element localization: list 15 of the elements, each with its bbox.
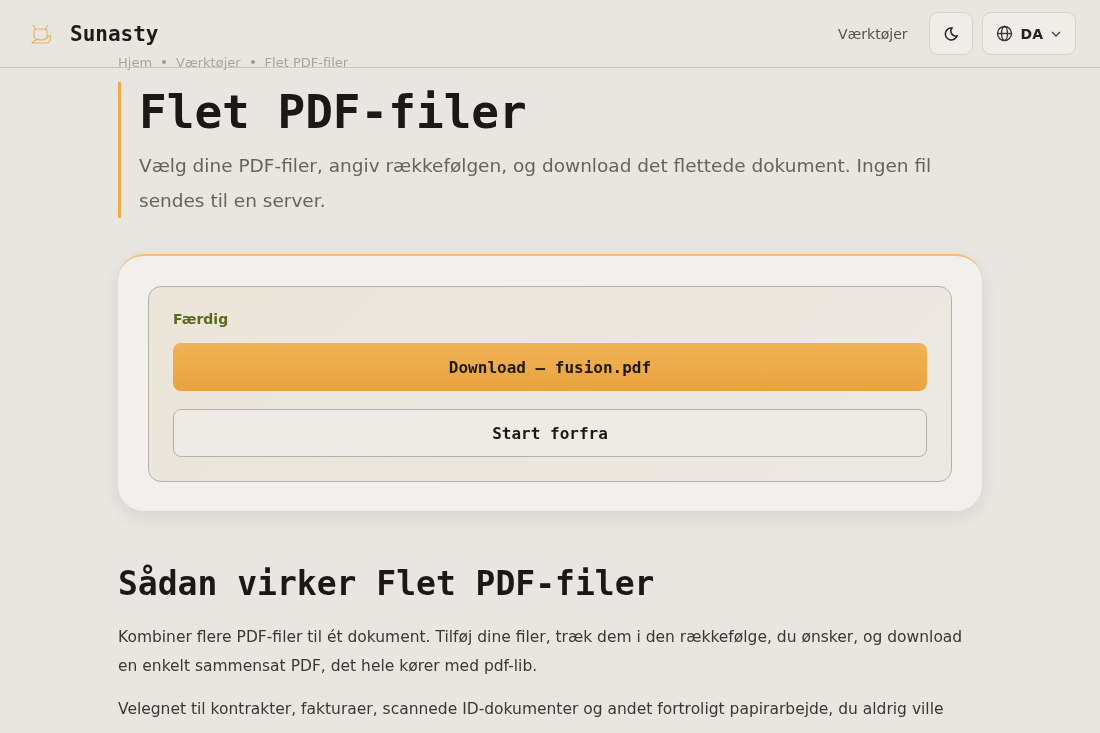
section-heading: Sådan virker Flet PDF-filer [118,563,656,605]
brand-name[interactable]: Sunasty [70,21,159,46]
tools-link[interactable]: Værktøjer [838,25,908,42]
paragraph: Kombiner flere PDF-filer til ét dokument. Tilføj dine filer, træk dem i den rækkefølge, du ønsker, og download en enkelt sammensat PDF, det hele kører med pdf-lib. [118,627,964,677]
restart-button[interactable]: Start forfra [173,409,927,457]
chevron-down-icon [1051,30,1061,37]
language-button[interactable]: DA [981,12,1076,55]
status-label: Færdig [173,311,230,327]
theme-toggle-button[interactable] [928,12,973,55]
globe-icon [995,25,1013,42]
paragraph: Velegnet til kontrakter, fakturaer, scannede ID-dokumenter og andet fortroligt papirarbejde, du aldrig ville [118,699,945,720]
page-subtitle: Vælg dine PDF-filer, angiv rækkefølgen, og download det flettede dokument. Ingen fil sendes til en server. [139,154,933,213]
download-button[interactable]: Download — fusion.pdf [173,343,927,391]
moon-icon [943,26,958,41]
page-title: Flet PDF-filer [139,84,528,141]
